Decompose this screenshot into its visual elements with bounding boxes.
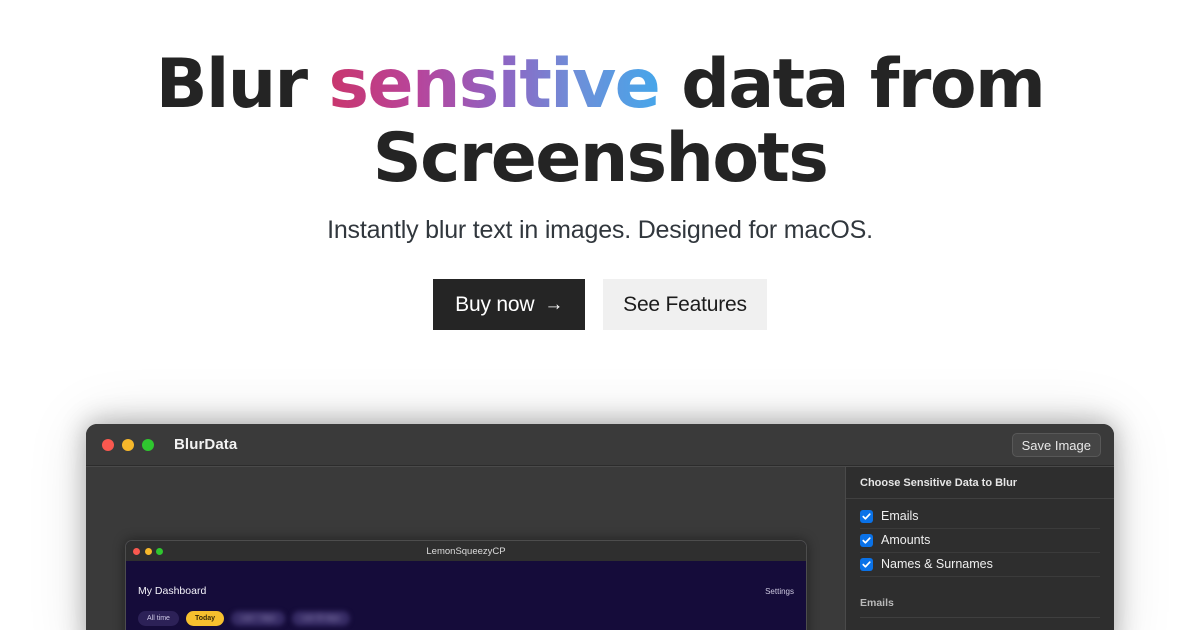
headline-text-part1: Blur (155, 45, 329, 124)
hero-subheadline: Instantly blur text in images. Designed … (327, 216, 873, 244)
sensitive-data-options: Emails Amounts Names & Surnames (846, 499, 1114, 577)
option-label-emails: Emails (881, 509, 919, 523)
sensitive-data-sidebar: Choose Sensitive Data to Blur Emails Amo… (845, 466, 1114, 630)
dashboard-filter-pills: All time Today Last 7 days Last 30 days (138, 611, 794, 626)
option-row-amounts[interactable]: Amounts (860, 529, 1100, 553)
cta-row: Buy now → See Features (0, 279, 1200, 330)
filter-pill-blurred-2-label: Last 30 days (300, 615, 341, 622)
filter-pill-all-time: All time (138, 611, 179, 626)
landing-page: Blur sensitive data from Screenshots Ins… (0, 0, 1200, 630)
option-label-names-surnames: Names & Surnames (881, 557, 993, 571)
app-window-preview: BlurData Save Image LemonSqueezyCP My Da… (86, 424, 1114, 630)
headline-gradient-word: sensitive (328, 45, 661, 124)
dashboard-settings-link: Settings (765, 586, 794, 596)
option-row-emails[interactable]: Emails (860, 505, 1100, 529)
filter-pill-blurred-1-label: Last 7 days (240, 615, 276, 622)
window-controls[interactable] (102, 438, 154, 451)
checkbox-names-surnames[interactable] (860, 557, 873, 571)
option-row-names-surnames[interactable]: Names & Surnames (860, 553, 1100, 577)
sidebar-section-emails: Emails (860, 597, 1100, 618)
app-titlebar: BlurData Save Image (86, 424, 1114, 466)
dashboard-preview: My Dashboard Settings All time Today Las… (126, 561, 806, 630)
screenshot-window-title: LemonSqueezyCP (426, 545, 506, 557)
image-canvas[interactable]: LemonSqueezyCP My Dashboard Settings All… (86, 466, 845, 630)
arrow-right-icon: → (544, 294, 564, 315)
filter-pill-blurred-2: Last 30 days (291, 611, 350, 626)
save-image-button[interactable]: Save Image (1011, 433, 1101, 457)
buy-now-label: Buy now (455, 292, 535, 316)
see-features-button[interactable]: See Features (603, 279, 767, 330)
buy-now-button[interactable]: Buy now → (433, 279, 586, 330)
filter-pill-blurred-1: Last 7 days (231, 611, 285, 626)
dashboard-title: My Dashboard (138, 585, 207, 597)
sidebar-header: Choose Sensitive Data to Blur (846, 467, 1114, 499)
option-label-amounts: Amounts (881, 533, 931, 547)
checkbox-emails[interactable] (860, 509, 873, 523)
headline-line-two: Screenshots (372, 119, 829, 198)
page-title: Blur sensitive data from Screenshots (0, 48, 1200, 196)
minimize-window-icon[interactable] (122, 438, 134, 451)
maximize-window-icon[interactable] (142, 438, 154, 451)
loaded-screenshot[interactable]: LemonSqueezyCP My Dashboard Settings All… (125, 540, 807, 630)
app-title: BlurData (174, 436, 238, 453)
screenshot-titlebar: LemonSqueezyCP (126, 541, 806, 561)
close-window-icon[interactable] (102, 438, 114, 451)
filter-pill-today: Today (185, 611, 225, 626)
headline-text-part2: data from (659, 45, 1046, 124)
app-body: LemonSqueezyCP My Dashboard Settings All… (86, 466, 1114, 630)
hero-section: Blur sensitive data from Screenshots Ins… (0, 0, 1200, 330)
dashboard-header: My Dashboard Settings (138, 561, 794, 597)
checkbox-amounts[interactable] (860, 533, 873, 547)
